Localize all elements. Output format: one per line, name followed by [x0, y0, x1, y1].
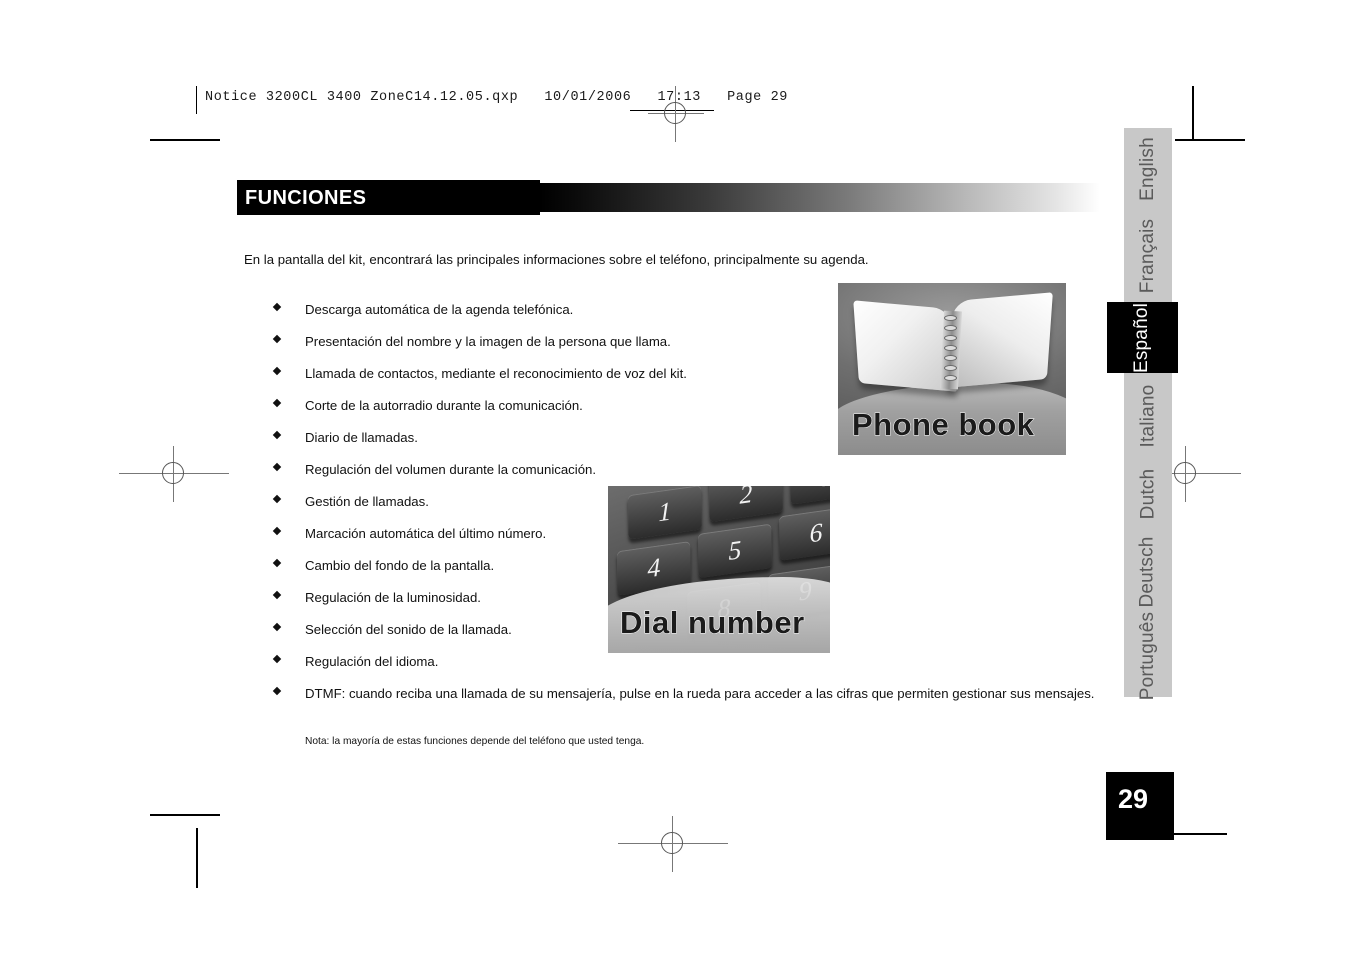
list-item-label: Corte de la autorradio durante la comuni… [305, 398, 583, 413]
list-item: DTMF: cuando reciba una llamada de su me… [272, 684, 1094, 716]
list-item-label: Regulación del volumen durante la comuni… [305, 462, 597, 477]
language-tab-label: English [1137, 137, 1158, 201]
registration-mark-top [648, 86, 704, 142]
language-tab-english[interactable]: English [1124, 128, 1172, 210]
crop-mark-top-right-h [1175, 139, 1245, 141]
diamond-bullet-icon [272, 302, 282, 312]
diamond-bullet-icon [272, 622, 282, 632]
keypad-key: 6 [779, 506, 830, 561]
diamond-bullet-icon [272, 398, 282, 408]
language-tab-dutch[interactable]: Dutch [1124, 459, 1172, 529]
page-number-badge: 29 [1106, 772, 1174, 840]
crop-mark-bottom-left-v [196, 828, 198, 888]
list-item-label: Llamada de contactos, mediante el recono… [305, 366, 687, 381]
keypad-key: 3 [789, 486, 830, 505]
dial-number-photo: 1 2 3 4 5 6 8 9 Dial number [608, 486, 830, 653]
language-tab-deutsch[interactable]: Deutsch [1124, 529, 1172, 615]
registration-mark-bottom [618, 816, 728, 872]
list-item-label: Regulación de la luminosidad. [305, 590, 481, 605]
keypad-key: 1 [627, 486, 702, 540]
language-tab-portugues[interactable]: Português [1124, 611, 1172, 701]
list-item-label: DTMF: cuando reciba una llamada de su me… [305, 686, 1095, 701]
phone-book-rings [941, 313, 961, 389]
diamond-bullet-icon [272, 654, 282, 664]
dial-number-caption: Dial number [620, 605, 805, 641]
list-item-label: Descarga automática de la agenda telefón… [305, 302, 574, 317]
phone-book-right-page [947, 292, 1053, 388]
footnote-note: Nota: la mayoría de estas funciones depe… [305, 736, 645, 747]
language-tab-espanol[interactable]: Español [1107, 302, 1178, 373]
list-item: Regulación del idioma. [272, 652, 1082, 684]
page-number-text: 29 [1118, 784, 1149, 814]
header-rule [196, 86, 197, 114]
crop-mark-top-right-v [1192, 86, 1194, 140]
list-item-label: Presentación del nombre y la imagen de l… [305, 334, 671, 349]
section-title-gradient [540, 183, 1100, 212]
language-tab-label: Português [1137, 611, 1159, 701]
phone-book-caption: Phone book [851, 407, 1035, 443]
language-tab-italiano[interactable]: Italiano [1124, 373, 1172, 459]
list-item-label: Cambio del fondo de la pantalla. [305, 558, 495, 573]
diamond-bullet-icon [272, 558, 282, 568]
diamond-bullet-icon [272, 430, 282, 440]
diamond-bullet-icon [272, 366, 282, 376]
language-tab-label: Español [1131, 302, 1153, 373]
crop-mark-top-left-h [150, 139, 220, 141]
diamond-bullet-icon [272, 494, 282, 504]
list-item-label: Regulación del idioma. [305, 654, 439, 669]
language-tab-label: Italiano [1137, 384, 1158, 448]
diamond-bullet-icon [272, 526, 282, 536]
keypad-key: 5 [697, 523, 773, 579]
list-item-label: Gestión de llamadas. [305, 494, 429, 509]
diamond-bullet-icon [272, 334, 282, 344]
list-item-label: Marcación automática del último número. [305, 526, 547, 541]
language-tab-francais[interactable]: Français [1124, 210, 1172, 302]
diamond-bullet-icon [272, 590, 282, 600]
keypad-key: 2 [708, 486, 783, 523]
phone-book-photo: Phone book [838, 283, 1066, 455]
list-item-label: Selección del sonido de la llamada. [305, 622, 512, 637]
diamond-bullet-icon [272, 686, 282, 696]
list-item-label: Diario de llamadas. [305, 430, 418, 445]
language-tab-label: Dutch [1137, 468, 1159, 520]
registration-mark-left [119, 446, 229, 502]
language-tab-label: Français [1137, 218, 1158, 294]
language-tab-label: Deutsch [1137, 536, 1159, 608]
intro-paragraph: En la pantalla del kit, encontrará las p… [244, 252, 869, 267]
diamond-bullet-icon [272, 462, 282, 472]
crop-mark-bottom-left-h [150, 814, 220, 816]
page-title: FUNCIONES [245, 187, 367, 209]
